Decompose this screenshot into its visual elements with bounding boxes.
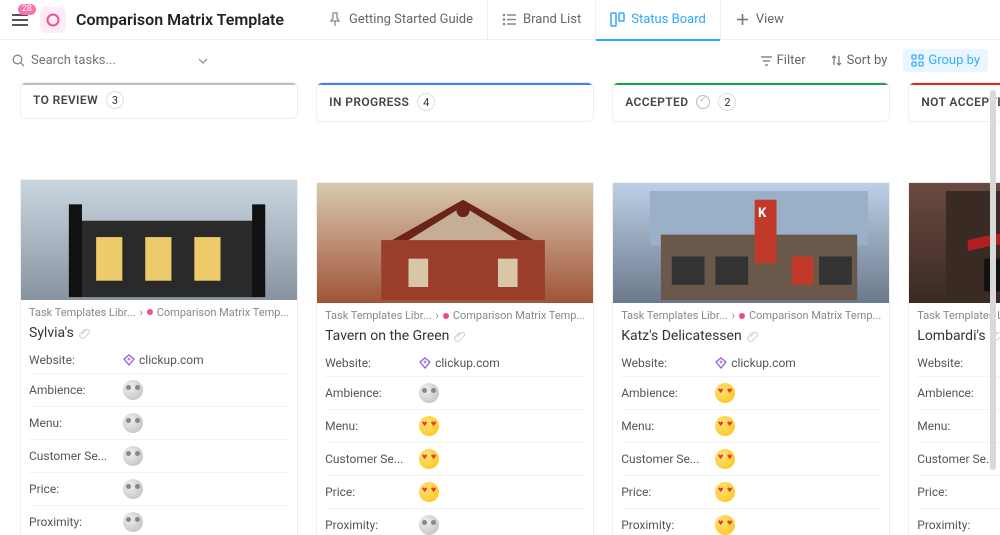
list-icon: [502, 12, 517, 27]
rating-emoji: [123, 413, 143, 433]
breadcrumb: Task Templates Libr...›Comparison Matrix…: [909, 303, 1000, 328]
sort-icon: [830, 54, 843, 67]
card-tavern[interactable]: Task Templates Libr...›Comparison Matrix…: [316, 182, 594, 535]
sort-button[interactable]: Sort by: [822, 49, 896, 72]
notification-badge: 28: [18, 4, 36, 15]
website-link[interactable]: clickup.com: [139, 353, 204, 367]
column-label: IN PROGRESS: [329, 95, 409, 109]
rating-emoji: [419, 482, 439, 502]
breadcrumb: Task Templates Libr...›Comparison Matrix…: [317, 303, 593, 328]
attachment-icon: [78, 327, 90, 339]
column-count: 2: [718, 93, 736, 111]
card-title: Sylvia's: [21, 325, 297, 347]
view-tabs: Getting Started Guide Brand List Status …: [314, 0, 798, 40]
toolbar: Filter Sort by Group by: [0, 40, 1000, 80]
kanban-board: TO REVIEW 3 Task Templates Libr...›Compa…: [0, 80, 1000, 535]
card-sylvias[interactable]: Task Templates Libr...›Comparison Matrix…: [20, 179, 298, 535]
status-dot-icon: [147, 309, 153, 315]
tab-label: Status Board: [631, 12, 706, 27]
rating-emoji: [715, 515, 735, 535]
column-label: ACCEPTED: [625, 95, 688, 109]
rating-emoji: [419, 416, 439, 436]
column-in-progress: IN PROGRESS 4 Task Templates Libr...›Com…: [316, 82, 594, 535]
column-header[interactable]: NOT ACCEPTED 1: [908, 82, 1000, 122]
card-image: [909, 183, 1000, 303]
tab-add-view[interactable]: View: [720, 0, 798, 40]
search-icon: [12, 54, 25, 67]
column-count: 3: [106, 91, 124, 109]
group-by-label: Group by: [928, 53, 980, 68]
status-dot-icon: [443, 313, 449, 319]
sort-label: Sort by: [847, 53, 888, 68]
card-image: [21, 180, 297, 300]
group-by-button[interactable]: Group by: [903, 49, 988, 72]
rating-emoji: [715, 482, 735, 502]
rating-emoji: [123, 380, 143, 400]
tab-getting-started[interactable]: Getting Started Guide: [314, 0, 487, 40]
workspace-logo[interactable]: [40, 7, 66, 33]
plus-icon: [735, 12, 750, 27]
attachment-icon: [453, 330, 465, 342]
rating-emoji: [715, 449, 735, 469]
rating-emoji: [419, 515, 439, 535]
card-title: Lombardi's: [909, 328, 1000, 350]
search-input[interactable]: [31, 53, 151, 68]
card-image: [317, 183, 593, 303]
attachment-icon: [746, 330, 758, 342]
card-title: Tavern on the Green: [317, 328, 593, 350]
rating-emoji: [715, 383, 735, 403]
search-box[interactable]: [12, 53, 182, 68]
page-title: Comparison Matrix Template: [76, 10, 284, 29]
card-lombardis[interactable]: Task Templates Libr...›Comparison Matrix…: [908, 182, 1000, 535]
clickup-icon: [123, 354, 135, 366]
filter-button[interactable]: Filter: [752, 49, 814, 72]
rating-emoji: [715, 416, 735, 436]
chevron-down-icon[interactable]: [198, 53, 208, 68]
rating-emoji: [123, 446, 143, 466]
status-dot-icon: [739, 313, 745, 319]
group-icon: [911, 54, 924, 67]
rating-emoji: [123, 512, 143, 532]
clickup-icon: [715, 357, 727, 369]
card-title: Katz's Delicatessen: [613, 328, 889, 350]
breadcrumb: Task Templates Libr...›Comparison Matrix…: [21, 300, 297, 325]
scrollbar[interactable]: [990, 90, 996, 470]
column-header[interactable]: ACCEPTED 2: [612, 82, 890, 122]
tab-label: View: [756, 12, 784, 27]
column-header[interactable]: TO REVIEW 3: [20, 82, 298, 119]
tab-brand-list[interactable]: Brand List: [487, 0, 595, 40]
column-accepted: ACCEPTED 2 K Task Templates Libr...›Comp…: [612, 82, 890, 535]
card-image: K: [613, 183, 889, 303]
tab-label: Brand List: [523, 12, 581, 27]
pin-icon: [328, 12, 343, 27]
rating-emoji: [123, 479, 143, 499]
svg-text:K: K: [758, 206, 767, 221]
website-link[interactable]: clickup.com: [435, 356, 500, 370]
column-header[interactable]: IN PROGRESS 4: [316, 82, 594, 122]
tab-label: Getting Started Guide: [349, 12, 473, 27]
filter-icon: [760, 54, 773, 67]
rating-emoji: [419, 383, 439, 403]
card-katz[interactable]: K Task Templates Libr...›Comparison Matr…: [612, 182, 890, 535]
breadcrumb: Task Templates Libr...›Comparison Matrix…: [613, 303, 889, 328]
board-icon: [610, 12, 625, 27]
rating-emoji: [419, 449, 439, 469]
circle-icon: [46, 13, 60, 27]
column-to-review: TO REVIEW 3 Task Templates Libr...›Compa…: [20, 82, 298, 535]
check-icon: [696, 95, 710, 109]
column-cards: Task Templates Libr...›Comparison Matrix…: [20, 179, 298, 535]
hamburger-icon: [12, 13, 28, 27]
tab-status-board[interactable]: Status Board: [595, 0, 720, 40]
menu-button[interactable]: 28: [8, 8, 32, 32]
clickup-icon: [419, 357, 431, 369]
column-not-accepted: NOT ACCEPTED 1 Task Templates Libr...›Co…: [908, 82, 1000, 535]
website-link[interactable]: clickup.com: [731, 356, 796, 370]
column-count: 4: [417, 93, 435, 111]
column-label: TO REVIEW: [33, 93, 98, 107]
top-bar: 28 Comparison Matrix Template Getting St…: [0, 0, 1000, 40]
filter-label: Filter: [777, 53, 806, 68]
column-label: NOT ACCEPTED: [921, 95, 1000, 109]
